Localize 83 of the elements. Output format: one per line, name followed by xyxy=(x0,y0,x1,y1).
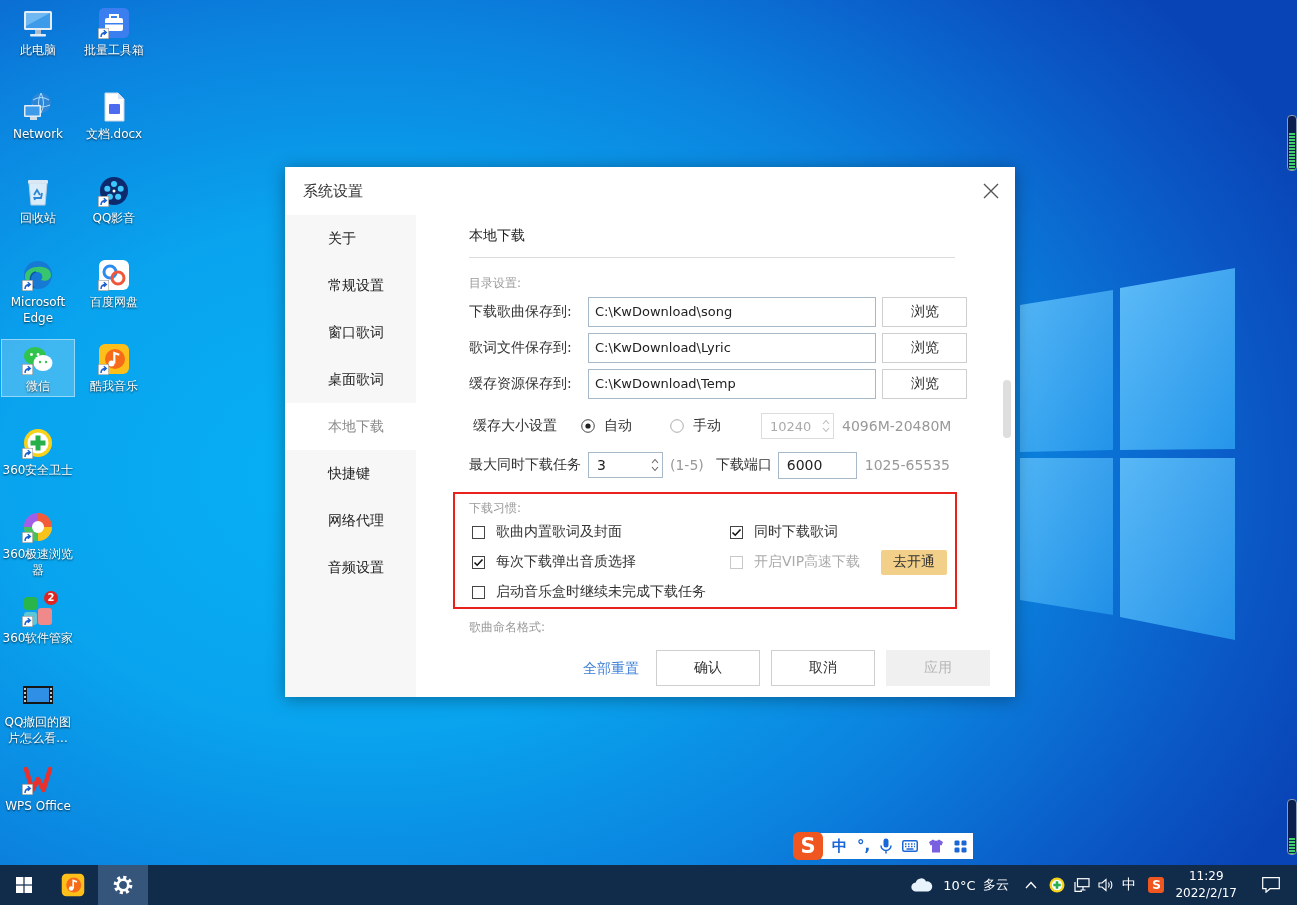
plus-circle-icon xyxy=(22,427,54,459)
speaker-icon[interactable] xyxy=(1098,878,1115,892)
sidebar-item[interactable]: 常规设置 xyxy=(285,262,416,309)
film-reel-icon xyxy=(98,175,130,207)
desktop-shortcut[interactable]: 此电脑 xyxy=(1,3,75,61)
checkbox[interactable] xyxy=(472,555,485,569)
sidebar-item[interactable]: 关于 xyxy=(285,215,416,262)
path-field[interactable]: C:\KwDownload\song xyxy=(588,297,876,327)
notification-icon[interactable] xyxy=(1262,877,1280,893)
field-label: 最大同时下载任务 xyxy=(469,456,581,474)
scrollbar-thumb[interactable] xyxy=(1003,380,1011,438)
option-label: 每次下载弹出音质选择 xyxy=(496,553,636,571)
field-label: 下载端口 xyxy=(715,456,772,474)
network-icon[interactable] xyxy=(1074,878,1091,892)
input-mode-toggle[interactable]: 中 xyxy=(832,836,847,856)
option-label: 歌曲内置歌词及封面 xyxy=(496,523,622,541)
desktop-shortcut[interactable]: 批量工具箱 xyxy=(77,3,151,61)
dialog-button[interactable]: 取消 xyxy=(771,650,875,686)
count-badge: 2 xyxy=(44,591,58,605)
sidebar-item[interactable]: 窗口歌词 xyxy=(285,309,416,356)
path-field[interactable]: C:\KwDownload\Temp xyxy=(588,369,876,399)
window-panes-icon xyxy=(16,877,32,893)
desktop-shortcut[interactable]: 文档.docx xyxy=(77,87,151,145)
punctuation-toggle[interactable]: °, xyxy=(857,837,871,855)
range-hint: 1025-65535 xyxy=(864,457,950,473)
swirl-icon xyxy=(22,259,54,291)
desktop-shortcut[interactable]: Network xyxy=(1,87,75,145)
checkbox[interactable] xyxy=(730,525,743,539)
gear-icon xyxy=(111,873,135,897)
sidebar-item[interactable]: 本地下载 xyxy=(285,403,416,450)
option-label: 启动音乐盒时继续未完成下载任务 xyxy=(496,583,706,601)
clock-time[interactable]: 11:29 xyxy=(1188,868,1224,885)
taskbar-app[interactable] xyxy=(98,865,148,905)
option-label: 自动 xyxy=(604,417,632,435)
globe-monitor-icon xyxy=(22,91,54,123)
radio-button[interactable] xyxy=(670,419,684,433)
radio-button[interactable] xyxy=(581,419,595,433)
browse-button[interactable]: 浏览 xyxy=(882,333,967,363)
input-mode-indicator[interactable]: 中 xyxy=(1122,876,1137,894)
port-field[interactable]: 6000 xyxy=(777,451,857,479)
group-caption: 下载习惯: xyxy=(469,500,522,516)
music-note-icon xyxy=(61,873,85,897)
option-label: 开启VIP高速下载 xyxy=(754,553,861,571)
group-caption: 歌曲命名格式: xyxy=(469,619,546,635)
weather-text[interactable]: 多云 xyxy=(983,876,1010,894)
group-caption: 目录设置: xyxy=(469,275,522,291)
section-heading: 本地下载 xyxy=(469,215,955,258)
grid-icon[interactable] xyxy=(954,839,968,853)
field-label: 歌词文件保存到: xyxy=(469,339,573,357)
sidebar-item[interactable]: 快捷键 xyxy=(285,450,416,497)
plus-circle-icon[interactable] xyxy=(1049,877,1066,893)
reset-link[interactable]: 全部重置 xyxy=(583,650,639,686)
browse-button[interactable]: 浏览 xyxy=(882,369,967,399)
chevron-up-icon[interactable] xyxy=(1025,881,1038,889)
spin-arrows-icon xyxy=(822,418,830,434)
number-field[interactable]: 3 xyxy=(588,452,663,478)
desktop-shortcut[interactable]: 2 360软件管家 xyxy=(1,591,75,649)
sidebar-item[interactable]: 网络代理 xyxy=(285,497,416,544)
field-label: 下载歌曲保存到: xyxy=(469,303,573,321)
close-icon[interactable] xyxy=(983,183,999,199)
cloud-icon[interactable] xyxy=(911,878,934,892)
color-wheel-icon xyxy=(22,511,54,543)
range-hint: 4096M-20480M xyxy=(842,418,952,434)
checkbox[interactable] xyxy=(472,525,485,539)
clock-date[interactable]: 2022/2/17 xyxy=(1175,885,1237,902)
sidebar-item[interactable]: 音频设置 xyxy=(285,544,416,591)
dialog-button[interactable]: 确认 xyxy=(656,650,760,686)
range-hint: (1-5) xyxy=(670,457,704,473)
path-field[interactable]: C:\KwDownload\Lyric xyxy=(588,333,876,363)
checkbox[interactable] xyxy=(472,585,485,599)
field-label: 缓存大小设置 xyxy=(473,417,558,435)
keyboard-icon[interactable] xyxy=(902,840,919,852)
option-label: 手动 xyxy=(693,417,721,435)
browse-button[interactable]: 浏览 xyxy=(882,297,967,327)
dialog-title: 系统设置 xyxy=(303,181,363,201)
temperature-text[interactable]: 10°C xyxy=(943,877,976,893)
sidebar-item[interactable]: 桌面歌词 xyxy=(285,356,416,403)
shirt-icon[interactable] xyxy=(928,839,945,853)
desktop-shortcut[interactable]: WPS Office xyxy=(1,759,75,817)
option-label: 同时下载歌词 xyxy=(754,523,838,541)
field-label: 缓存资源保存到: xyxy=(469,375,573,393)
spin-arrows-icon xyxy=(651,457,659,473)
microphone-icon[interactable] xyxy=(880,838,893,854)
